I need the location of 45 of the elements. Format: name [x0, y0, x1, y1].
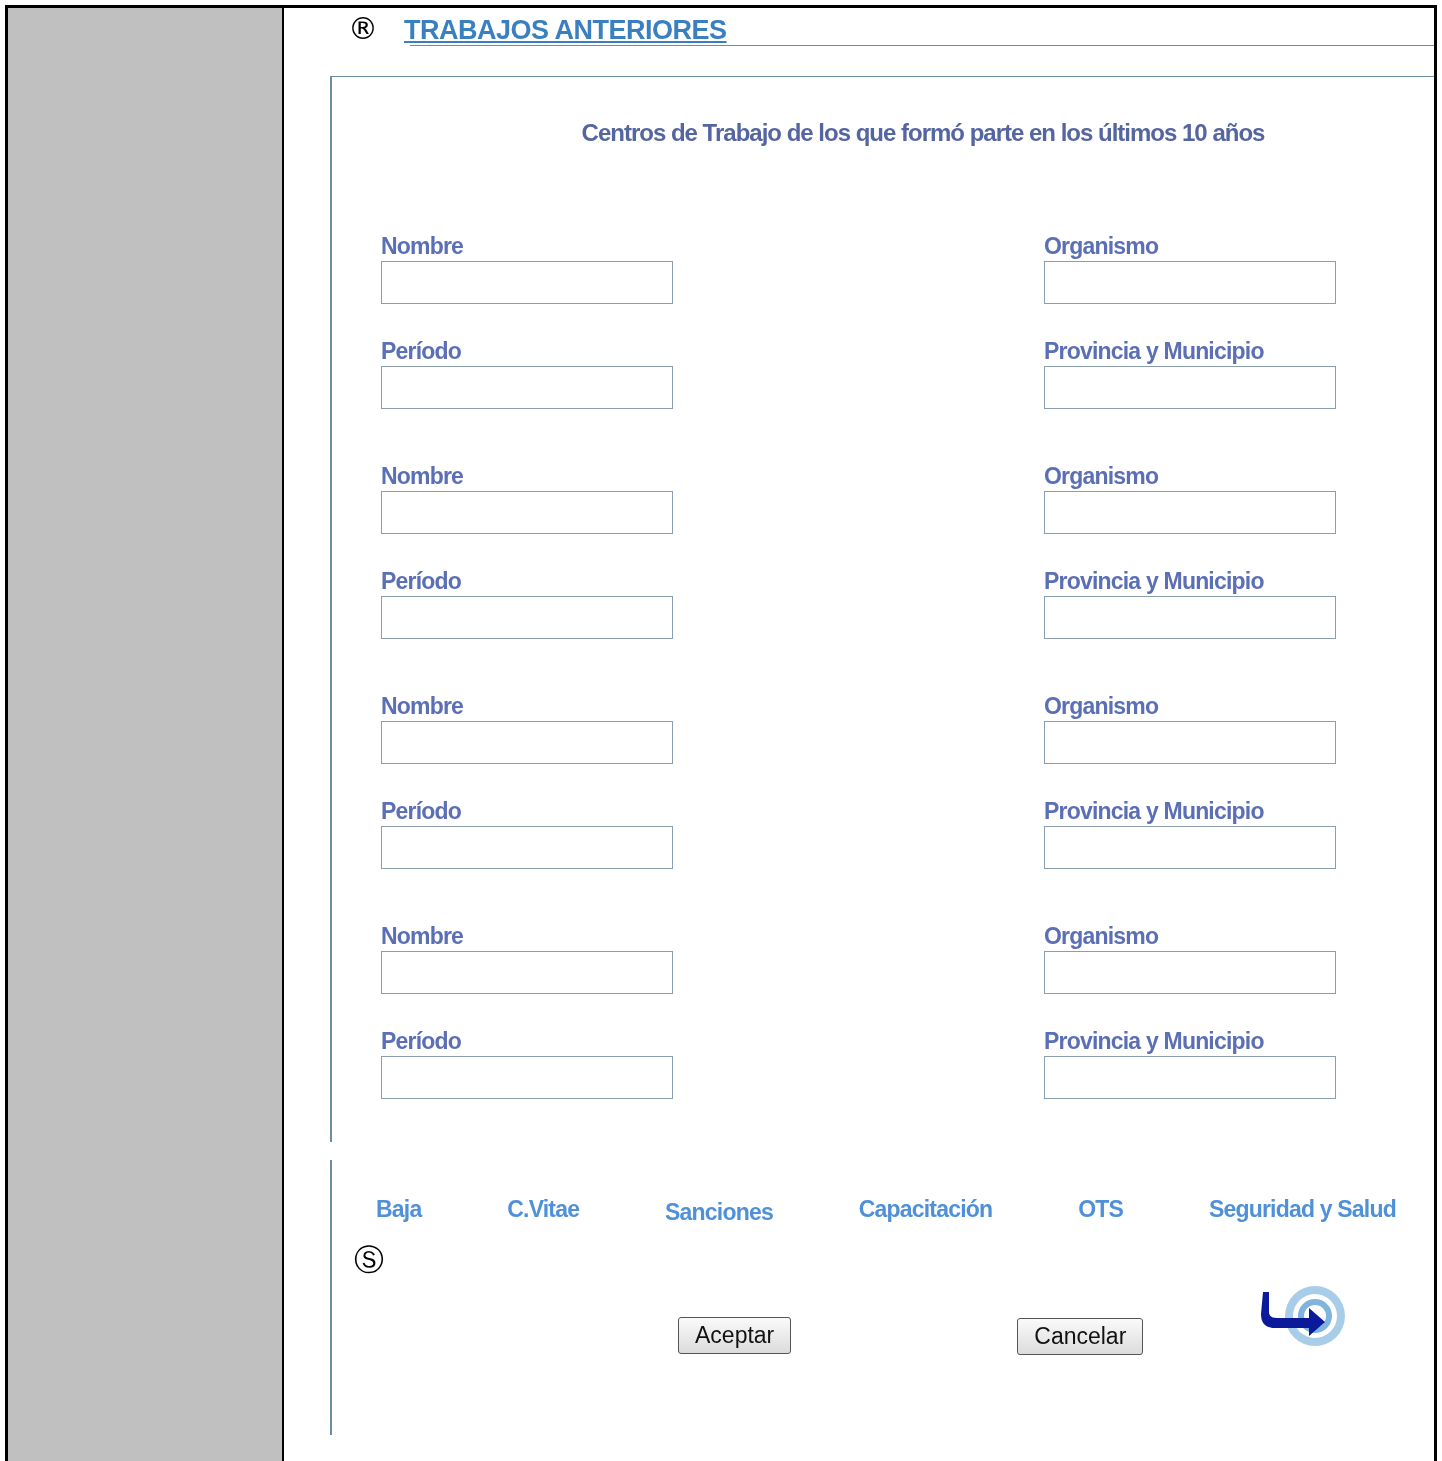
field-label: Nombre — [381, 925, 465, 947]
input-field[interactable] — [381, 261, 673, 304]
section-heading: Centros de Trabajo de los que formó parte en los últimos 10 años — [580, 119, 1266, 147]
field-label: Nombre — [381, 695, 465, 717]
field-label: Período — [381, 800, 463, 822]
nav-link[interactable]: Seguridad y Salud — [1208, 1196, 1396, 1223]
input-field[interactable] — [381, 826, 673, 869]
nav-link[interactable]: Sanciones — [665, 1199, 773, 1226]
nav-link[interactable]: Baja — [376, 1196, 422, 1223]
field-label: Provincia y Municipio — [1044, 800, 1265, 822]
input-field[interactable] — [1044, 951, 1336, 994]
field-label: Provincia y Municipio — [1044, 1030, 1265, 1052]
field-label: Período — [381, 340, 463, 362]
input-field[interactable] — [1044, 721, 1336, 764]
nav-link[interactable]: Capacitación — [858, 1196, 993, 1223]
field-label: Período — [381, 1030, 463, 1052]
arrow-icon[interactable] — [1259, 1283, 1348, 1348]
field-label: Nombre — [381, 235, 465, 257]
field-label: Nombre — [381, 465, 465, 487]
registered-mark: ® — [348, 14, 378, 44]
input-field[interactable] — [381, 596, 673, 639]
field-label: Organismo — [1044, 235, 1160, 257]
input-field[interactable] — [381, 491, 673, 534]
cancel-button[interactable]: Cancelar — [1017, 1318, 1144, 1355]
accept-button[interactable]: Aceptar — [678, 1317, 792, 1354]
input-field[interactable] — [1044, 1056, 1336, 1099]
field-label: Período — [381, 570, 463, 592]
circled-letter-mark: Ⓢ — [354, 1244, 384, 1276]
field-label: Organismo — [1044, 465, 1160, 487]
input-field[interactable] — [1044, 491, 1336, 534]
field-label: Organismo — [1044, 925, 1160, 947]
input-field[interactable] — [1044, 826, 1336, 869]
input-field[interactable] — [381, 1056, 673, 1099]
field-label: Provincia y Municipio — [1044, 340, 1265, 362]
input-field[interactable] — [1044, 596, 1336, 639]
input-field[interactable] — [381, 951, 673, 994]
field-label: Organismo — [1044, 695, 1160, 717]
input-field[interactable] — [1044, 261, 1336, 304]
nav-link[interactable]: C.Vitae — [507, 1196, 580, 1223]
page-title: TRABAJOS ANTERIORES — [404, 16, 727, 44]
input-field[interactable] — [1044, 366, 1336, 409]
nav-link[interactable]: OTS — [1078, 1196, 1124, 1223]
field-label: Provincia y Municipio — [1044, 570, 1265, 592]
input-field[interactable] — [381, 366, 673, 409]
input-field[interactable] — [381, 721, 673, 764]
